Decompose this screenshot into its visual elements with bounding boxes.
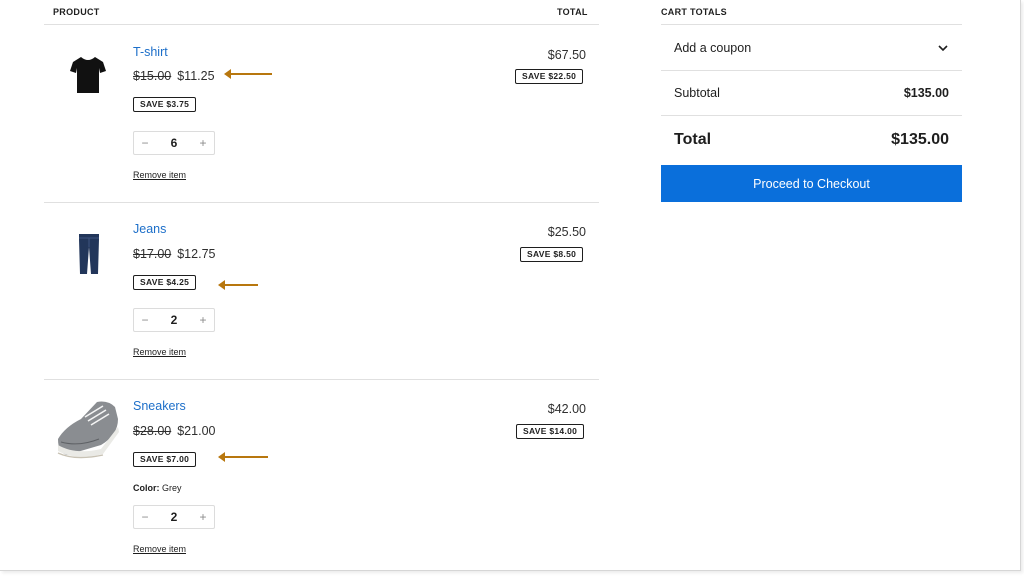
decrease-quantity-button[interactable]: − (134, 510, 156, 524)
cart-totals-header: CART TOTALS (661, 7, 727, 17)
increase-quantity-button[interactable]: + (192, 510, 214, 524)
total-row: Total $135.00 (661, 117, 962, 163)
save-badge: SAVE $4.25 (133, 275, 197, 290)
remove-item-link[interactable]: Remove item (133, 347, 186, 357)
quantity-stepper[interactable]: − 2 + (133, 308, 215, 332)
quantity-stepper[interactable]: − 2 + (133, 505, 215, 529)
divider (661, 24, 962, 25)
sneakers-image[interactable] (55, 397, 121, 468)
arrow-left-icon (218, 452, 268, 462)
jeans-image[interactable] (78, 233, 100, 280)
line-total: $42.00 (547, 402, 586, 416)
line-total: $25.50 (547, 225, 586, 239)
subtotal-row: Subtotal $135.00 (661, 71, 962, 115)
save-badge: SAVE $3.75 (133, 97, 197, 112)
product-column-header: PRODUCT (53, 7, 100, 17)
sale-price: $11.25 (177, 69, 215, 83)
regular-price: $15.00 (133, 69, 172, 83)
product-prices: $17.00 $12.75 (133, 247, 215, 261)
remove-item-link[interactable]: Remove item (133, 544, 186, 554)
divider (44, 379, 599, 380)
line-save-badge: SAVE $22.50 (515, 69, 584, 84)
save-badge: SAVE $7.00 (133, 452, 197, 467)
decrease-quantity-button[interactable]: − (134, 313, 156, 327)
quantity-value[interactable]: 2 (171, 313, 178, 327)
proceed-to-checkout-button[interactable]: Proceed to Checkout (661, 165, 962, 202)
line-save-badge: SAVE $8.50 (520, 247, 584, 262)
sale-price: $12.75 (177, 247, 216, 261)
decrease-quantity-button[interactable]: − (134, 136, 156, 150)
product-name-link[interactable]: T-shirt (133, 45, 168, 59)
total-column-header: TOTAL (557, 7, 588, 17)
coupon-label: Add a coupon (674, 41, 752, 55)
product-prices: $15.00 $11.25 (133, 69, 215, 83)
total-label: Total (674, 131, 712, 148)
attribute-label: Color: (133, 483, 160, 493)
subtotal-value: $135.00 (903, 86, 949, 100)
divider (44, 202, 599, 203)
line-total: $67.50 (547, 48, 586, 62)
remove-item-link[interactable]: Remove item (133, 170, 186, 180)
total-value: $135.00 (891, 131, 949, 148)
divider (661, 115, 962, 116)
line-save-badge: SAVE $14.00 (516, 424, 585, 439)
arrow-left-icon (218, 280, 258, 290)
add-coupon-toggle[interactable]: Add a coupon (661, 26, 962, 70)
increase-quantity-button[interactable]: + (192, 136, 214, 150)
chevron-down-icon[interactable] (938, 41, 948, 55)
sale-price: $21.00 (177, 424, 216, 438)
divider (44, 24, 599, 25)
subtotal-label: Subtotal (674, 86, 720, 100)
arrow-left-icon (224, 69, 272, 79)
regular-price: $17.00 (133, 247, 172, 261)
quantity-value[interactable]: 6 (171, 136, 178, 150)
product-attribute: Color: Grey (133, 483, 182, 493)
product-name-link[interactable]: Sneakers (133, 399, 186, 413)
quantity-stepper[interactable]: − 6 + (133, 131, 215, 155)
regular-price: $28.00 (133, 424, 172, 438)
product-name-link[interactable]: Jeans (133, 222, 166, 236)
attribute-value: Grey (162, 483, 182, 493)
product-prices: $28.00 $21.00 (133, 424, 215, 438)
increase-quantity-button[interactable]: + (192, 313, 214, 327)
tshirt-image[interactable] (70, 55, 106, 100)
quantity-value[interactable]: 2 (171, 510, 178, 524)
